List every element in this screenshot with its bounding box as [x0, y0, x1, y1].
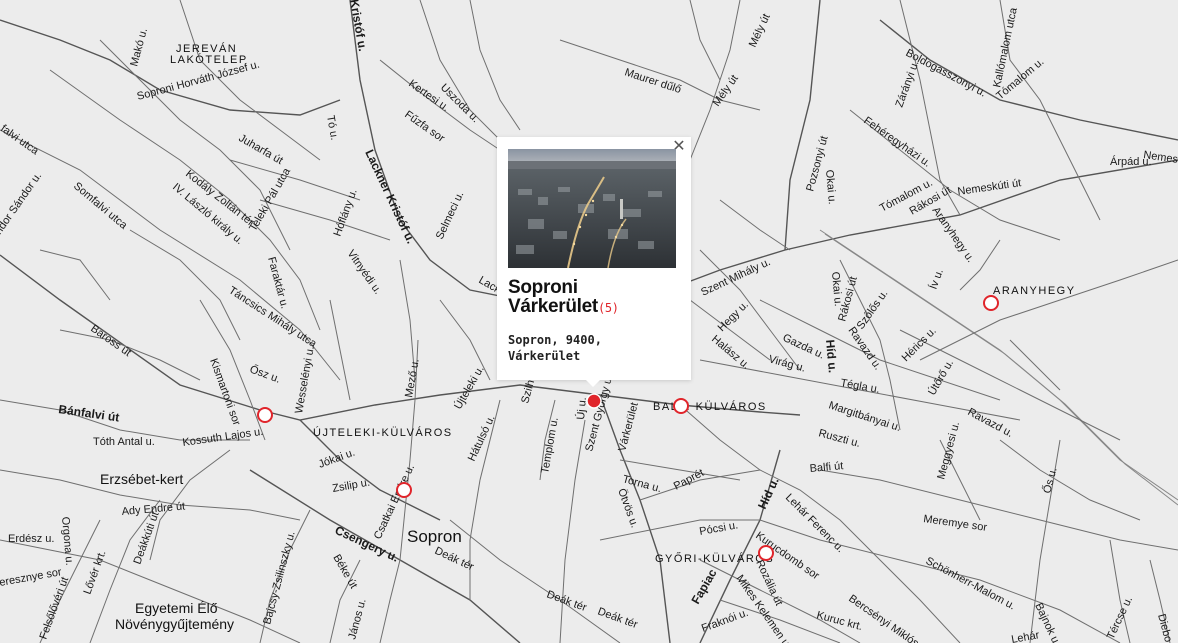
street-label: ndor Sándor u.: [0, 170, 44, 237]
location-title-line1: Soproni: [508, 277, 578, 298]
street-label: Paprét: [672, 467, 706, 493]
popup-pointer: [586, 380, 600, 387]
street-label: Híd u.: [755, 475, 782, 511]
street-label: Bercsényi Miklós u.: [846, 593, 931, 643]
place-label-egyetemi-2: Növénygyűjtemény: [115, 616, 234, 632]
street-label: Lehár: [1010, 629, 1040, 643]
street-label: Kuruc krt.: [815, 609, 864, 633]
street-label: Lackner Kristóf u.: [362, 147, 418, 245]
street-label: Orgona u.: [59, 516, 75, 566]
selected-map-marker-icon[interactable]: [586, 393, 602, 409]
place-label-erzsebet-kert: Erzsébet-kert: [100, 471, 183, 487]
street-label: Mély út: [747, 12, 773, 49]
street-label: Somfalvi utca: [71, 180, 130, 232]
street-label: Deák tér: [433, 545, 476, 574]
location-title-line2: Várkerület: [508, 296, 598, 317]
street-label: Ravazd u.: [846, 325, 884, 372]
street-label: Margitbányai u.: [827, 399, 902, 434]
street-label: Hóflány u.: [332, 187, 360, 238]
street-label: Hegy u.: [716, 299, 751, 334]
street-label: Tóth Antal u.: [93, 436, 155, 448]
map-marker-icon[interactable]: [758, 545, 774, 561]
street-label: Tó u.: [324, 114, 340, 141]
street-label: Hátulsó u.: [466, 413, 498, 463]
map-marker-icon[interactable]: [983, 295, 999, 311]
street-label: Faraktár u.: [265, 256, 290, 310]
street-label: Mező u.: [403, 358, 422, 399]
street-label: Templom u.: [539, 416, 561, 474]
map-marker-icon[interactable]: [257, 407, 273, 423]
street-label: Kristóf u.: [347, 0, 370, 52]
street-label: Okai u.: [823, 169, 838, 205]
street-label: Ív u.: [927, 267, 946, 291]
street-label: János u.: [346, 597, 368, 640]
street-label: Fűzfa sor: [402, 109, 447, 145]
street-label: Zsilip u.: [331, 477, 370, 495]
street-label: Felsőlővéri út: [38, 575, 72, 641]
street-label: Schönherr-Malom u.: [924, 555, 1018, 612]
location-address: Sopron, 9400, Várkerület: [508, 332, 684, 364]
street-label: Útőrő u.: [925, 357, 956, 397]
street-label: Szilh: [519, 379, 537, 405]
street-label: Ruszti u.: [817, 427, 861, 450]
district-label-ujteleki: ÚJTELEKI-KÜLVÁROS: [313, 426, 453, 439]
map-marker-icon[interactable]: [396, 482, 412, 498]
street-label: Meggyesi u.: [935, 420, 962, 480]
street-label: Szent Mihály u.: [699, 256, 772, 299]
street-label: Kossuth Lajos u.: [182, 426, 264, 449]
street-label: Béke út: [330, 553, 359, 591]
street-label: Tégla u.: [839, 377, 880, 396]
street-label: eresznye sor: [0, 566, 63, 589]
street-label: Diebo: [1155, 613, 1174, 643]
street-label: Zárányi u.: [894, 59, 922, 109]
street-label: Tércse u.: [1105, 595, 1135, 642]
street-label: Ravazd u.: [966, 406, 1015, 440]
street-label: Árpád u.: [1110, 155, 1152, 168]
map-marker-icon[interactable]: [673, 398, 689, 414]
address-line1: Sopron, 9400,: [508, 333, 602, 347]
street-label: Ős u.: [1039, 466, 1059, 495]
location-photo: [508, 149, 676, 268]
street-label: Híd u.: [823, 339, 840, 373]
city-label-sopron: Sopron: [407, 527, 462, 546]
place-label-egyetemi-1: Egyetemi Élő: [135, 600, 218, 616]
street-label: Nemeskúti út: [957, 177, 1022, 198]
street-label: Erdész u.: [8, 533, 54, 545]
street-label: Aranyhegy u.: [930, 205, 977, 265]
street-label: Fapiac: [688, 566, 719, 606]
street-label: falvi utca: [0, 123, 41, 158]
street-label: Hérics u.: [900, 325, 939, 364]
street-label: Lővér krt.: [82, 549, 109, 596]
street-label: Fraknói u.: [700, 607, 750, 635]
street-label: Selmeci u.: [434, 190, 467, 242]
street-label: Deák tér: [596, 606, 639, 632]
street-label: Deák tér: [545, 589, 588, 615]
location-count-badge: (5): [597, 301, 619, 315]
street-label: Teleki Pál utca: [247, 165, 293, 233]
street-label: Mély út: [711, 73, 741, 109]
street-label: Bánfalvi út: [58, 402, 121, 424]
street-label: Baross út: [88, 323, 133, 359]
street-label: Ősz u.: [248, 362, 283, 386]
street-label: Makó u.: [128, 27, 150, 68]
location-popup: ✕ Soproni Várkerület(5) Sopron, 9400, Vá…: [497, 137, 691, 380]
street-label: Újteleki u.: [451, 363, 486, 411]
street-label: Wesselényi u.: [293, 345, 317, 414]
street-label: Bajcsy-Zsilinszky u.: [261, 530, 297, 626]
street-label: Deákkúti út: [132, 510, 162, 566]
street-label: Várkerület: [616, 401, 641, 453]
street-label: Vitnyédi u.: [345, 248, 384, 297]
address-line2: Várkerület: [508, 349, 581, 363]
street-label: Juharfa út: [237, 132, 285, 167]
street-label: Pócsi u.: [698, 519, 739, 538]
location-title: Soproni Várkerület(5): [508, 278, 684, 318]
street-label: Fehéregyházi u.: [861, 115, 933, 170]
street-label: Virág u.: [767, 353, 807, 374]
district-label-balfi: BALFI KÜLVÁROS: [653, 400, 767, 413]
district-label-aranyhegy: ARANYHEGY: [993, 285, 1076, 297]
